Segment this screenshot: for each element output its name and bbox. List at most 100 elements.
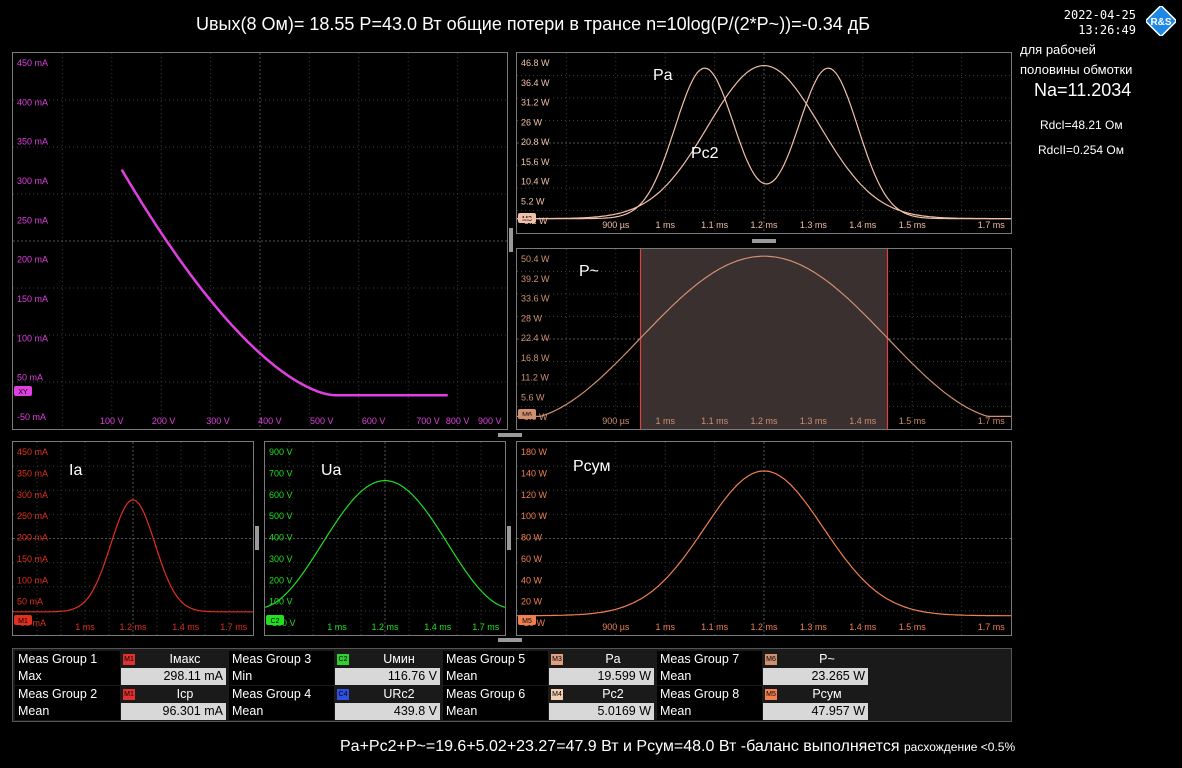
meas-stat-label: Mean (443, 668, 548, 685)
side-note-line1: для рабочей (1020, 42, 1096, 57)
meas-group-label: Meas Group 5 (443, 651, 548, 668)
ua-panel[interactable]: 900 V 700 V 600 V 500 V 400 V 300 V 200 V 100 V… (264, 441, 506, 636)
meas-value: 116.76 V (335, 668, 440, 685)
gate-region[interactable] (640, 249, 888, 429)
vertical-split-handle-ia[interactable] (255, 526, 259, 550)
horizontal-split-handle-bottom[interactable] (498, 638, 522, 642)
pa-label: Pa (653, 67, 673, 84)
svg-text:M1: M1 (18, 618, 28, 625)
y-tick-label: 300 V (269, 554, 293, 564)
meas-group-label: Meas Group 2 (15, 686, 120, 703)
ptilde-panel[interactable]: 50.4 W 39.2 W 33.6 W 28 W 22.4 W 16.8 W 11.2 W… (516, 248, 1012, 430)
channel-marker[interactable]: M5 (518, 615, 536, 625)
power-panel[interactable]: 46.8 W 36.4 W 31.2 W 26 W 20.8 W 15.6 W 10.4 W… (516, 52, 1012, 234)
y-tick-label: 10.4 W (521, 177, 550, 187)
meas-name: Pc2 (602, 687, 624, 701)
svg-text:C2: C2 (271, 618, 280, 625)
meas-badge: C4 (337, 689, 349, 700)
y-tick-label: 140 W (521, 468, 548, 478)
x-tick-label: 1.7 ms (472, 622, 500, 632)
x-tick-label: 1.7 ms (220, 622, 248, 632)
power-plot: 46.8 W 36.4 W 31.2 W 26 W 20.8 W 15.6 W 10.4 W… (517, 53, 1011, 233)
channel-marker[interactable]: C2 (266, 615, 284, 625)
time-label: 13:26:49 (1078, 23, 1136, 37)
meas-badge: M1 (123, 689, 135, 700)
ua-plot: 900 V700 V600 V500 V400 V300 V200 V100 V… (265, 442, 505, 635)
meas-badge: M3 (551, 654, 563, 665)
meas-stat-label: Mean (443, 703, 548, 720)
meas-badge: M4 (551, 689, 563, 700)
meas-group-label: Meas Group 8 (657, 686, 762, 703)
channel-marker[interactable]: M1 (14, 615, 32, 625)
y-tick-label: 100 mA (17, 575, 48, 585)
x-tick-label: 900 µs (602, 416, 630, 426)
horizontal-split-handle-middle[interactable] (498, 433, 522, 437)
x-tick-label: 1.4 ms (172, 622, 200, 632)
grid (265, 442, 505, 635)
ia-label: Ia (69, 462, 83, 479)
meas-name: P~ (819, 652, 835, 666)
meas-value: 96.301 mA (121, 703, 226, 720)
y-tick-label: 450 mA (17, 58, 48, 68)
meas-name: Uмин (383, 652, 415, 666)
x-tick-label: 1.3 ms (800, 220, 828, 230)
x-tick-label: 1.4 ms (849, 622, 877, 632)
x-tick-label: 1.3 ms (800, 622, 828, 632)
x-tick-label: 500 V (310, 416, 334, 426)
x-tick-label: 1.7 ms (978, 622, 1006, 632)
meas-name: Iмакс (169, 652, 201, 666)
horizontal-split-handle-right[interactable] (752, 239, 776, 243)
y-tick-label: 350 mA (17, 468, 48, 478)
y-tick-label: 250 mA (17, 511, 48, 521)
meas-value: 5.0169 W (549, 703, 654, 720)
grid (517, 53, 1011, 233)
ptilde-label: P~ (579, 263, 600, 280)
y-tick-label: 40 W (521, 575, 543, 585)
x-tick-label: 800 V (446, 416, 470, 426)
y-tick-label: 200 mA (17, 533, 48, 543)
vertical-split-handle[interactable] (509, 228, 513, 252)
meas-stat-label: Max (15, 668, 120, 685)
xy-plot: 450 mA 400 mA 350 mA 300 mA 250 mA 200 mA 150 … (13, 53, 507, 429)
vertical-split-handle-ua[interactable] (507, 526, 511, 550)
x-tick-label: 1.4 ms (849, 416, 877, 426)
x-tick-label: 1 ms (655, 416, 675, 426)
x-tick-label: 1.2 ms (371, 622, 399, 632)
psum-panel[interactable]: 180 W140 W120 W100 W80 W60 W40 W20 W-20 … (516, 441, 1012, 636)
y-tick-label: 120 W (521, 490, 548, 500)
meas-stat-label: Mean (15, 703, 120, 720)
ia-plot: 450 mA 350 mA 300 mA 250 mA 200 mA 150 mA 100 … (13, 442, 253, 635)
x-tick-label: 700 V (416, 416, 440, 426)
meas-name: Pa (605, 652, 621, 666)
channel-marker[interactable]: M6 (518, 409, 536, 419)
x-tick-label: 1.7 ms (978, 416, 1006, 426)
channel-marker[interactable]: XY (14, 386, 32, 396)
y-tick-label: 150 mA (17, 554, 48, 564)
x-tick-label: 300 V (206, 416, 230, 426)
x-tick-label: 1.4 ms (849, 220, 877, 230)
header-title: Uвых(8 Ом)= 18.55 P=43.0 Вт общие потери… (196, 14, 871, 34)
meas-value: 19.599 W (549, 668, 654, 685)
psum-label: Pсум (573, 458, 611, 475)
x-tick-label: 1 ms (75, 622, 95, 632)
x-tick-label: 1.7 ms (978, 220, 1006, 230)
x-tick-label: 1.1 ms (701, 220, 729, 230)
deviation-note: расхождение <0.5% (903, 740, 1016, 754)
x-tick-label: 1.5 ms (899, 622, 927, 632)
y-tick-label: 180 W (521, 447, 548, 457)
y-tick-label: 50.4 W (521, 254, 550, 264)
y-tick-label: 46.8 W (521, 58, 550, 68)
x-tick-label: 100 V (100, 416, 124, 426)
measurements-table: Meas Group 1 M1 Iмакс Max 298.11 mA Meas Grou… (12, 648, 1012, 722)
ia-panel[interactable]: 450 mA 350 mA 300 mA 250 mA 200 mA 150 mA 100 … (12, 441, 254, 636)
y-tick-label: 20.8 W (521, 137, 550, 147)
x-tick-label: 1.3 ms (800, 416, 828, 426)
y-tick-label: 150 mA (17, 294, 48, 304)
x-tick-label: 900 V (478, 416, 502, 426)
meas-stat-label: Mean (657, 668, 762, 685)
y-tick-label: 600 V (269, 490, 293, 500)
x-tick-label: 900 µs (602, 622, 630, 632)
xy-panel[interactable]: 450 mA 400 mA 350 mA 300 mA 250 mA 200 mA 150 … (12, 52, 508, 430)
x-tick-label: 1 ms (655, 220, 675, 230)
footer-line: Pa+Pc2+P~=19.6+5.02+23.27=47.9 Вт и Pсум… (340, 738, 1015, 756)
